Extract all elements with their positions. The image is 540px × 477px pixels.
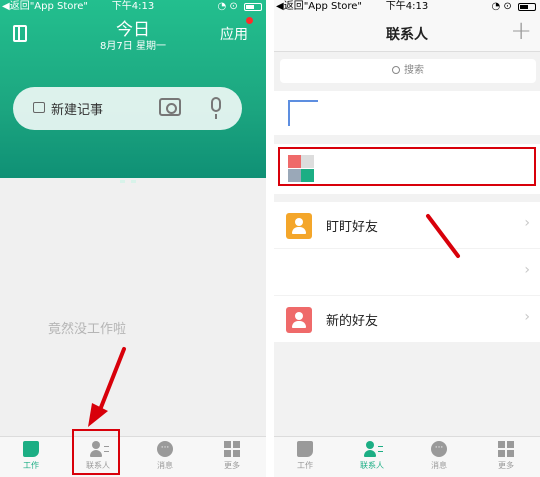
today-header: ◀返回"App Store" 下午4:13 ◔ ⊙ 今日 8月7日 星期一 应用… (0, 0, 266, 183)
tab-messages[interactable]: 消息 (140, 441, 190, 471)
tab-label: 联系人 (360, 461, 384, 470)
left-screen: ◀返回"App Store" 下午4:13 ◔ ⊙ 今日 8月7日 星期一 应用… (0, 0, 266, 477)
tab-label: 工作 (297, 461, 313, 470)
list-item[interactable]: › (274, 249, 540, 295)
list-item-dingding-friends[interactable]: 盯盯好友 › (274, 202, 540, 248)
contacts-icon (364, 441, 383, 457)
page-title: 联系人 (386, 27, 428, 43)
annotation-arrow (426, 214, 460, 258)
note-icon (33, 102, 45, 113)
battery-icon (244, 3, 262, 11)
alarm-icon: ⊙ (229, 1, 238, 12)
tab-work[interactable]: 工作 (280, 441, 330, 471)
chevron-right-icon: › (524, 215, 530, 231)
message-icon (157, 441, 173, 457)
new-note-placeholder: 新建记事 (51, 103, 104, 118)
chevron-right-icon: › (524, 262, 530, 278)
right-screen: ◀返回"App Store" 下午4:13 ◔ ⊙ 联系人 + 搜索 盯盯好友 … (274, 0, 540, 477)
page-indicator (120, 168, 144, 183)
search-placeholder: 搜索 (404, 65, 424, 76)
contacts-header: ◀返回"App Store" 下午4:13 ◔ ⊙ 联系人 + (274, 0, 540, 52)
alarm-icon: ⊙ (503, 1, 512, 12)
status-indicators: ◔ ⊙ (217, 0, 262, 15)
tab-label: 更多 (224, 461, 240, 470)
profile-partial-mark (288, 100, 318, 126)
work-icon (23, 441, 39, 457)
annotation-arrow (88, 347, 126, 427)
tab-bar: 工作 联系人 消息 更多 (0, 436, 266, 477)
apps-button[interactable]: 应用 (220, 24, 248, 44)
message-icon (431, 441, 447, 457)
tab-work[interactable]: 工作 (6, 441, 56, 471)
highlight-box-organization (278, 147, 536, 186)
tab-more[interactable]: 更多 (481, 441, 531, 471)
tab-label: 消息 (431, 461, 447, 470)
search-icon (392, 66, 400, 74)
highlight-box-contacts-tab (72, 429, 120, 475)
status-bar: ◀返回"App Store" 下午4:13 ◔ ⊙ (0, 0, 266, 14)
search-input[interactable]: 搜索 (280, 59, 536, 83)
list-item-label: 新的好友 (326, 314, 379, 329)
status-indicators: ◔ ⊙ (491, 0, 536, 15)
work-icon (297, 441, 313, 457)
plus-icon[interactable]: + (510, 18, 532, 44)
tab-contacts[interactable]: 联系人 (347, 441, 397, 471)
orientation-lock-icon: ◔ (217, 1, 227, 12)
list-item-new-friends[interactable]: 新的好友 › (274, 296, 540, 342)
status-bar: ◀返回"App Store" 下午4:13 ◔ ⊙ (274, 0, 540, 14)
more-icon (498, 441, 514, 457)
empty-state-text: 竟然没工作啦 (48, 322, 127, 337)
list-item-label: 盯盯好友 (326, 220, 379, 235)
tab-label: 更多 (498, 461, 514, 470)
tab-more[interactable]: 更多 (207, 441, 257, 471)
tab-bar: 工作 联系人 消息 更多 (274, 436, 540, 477)
camera-icon[interactable] (159, 98, 181, 116)
microphone-icon[interactable] (211, 97, 221, 119)
tab-label: 消息 (157, 461, 173, 470)
tab-messages[interactable]: 消息 (414, 441, 464, 471)
notification-badge (246, 17, 253, 24)
new-friend-avatar-icon (286, 307, 312, 333)
tab-label: 工作 (23, 461, 39, 470)
chevron-right-icon: › (524, 309, 530, 325)
orientation-lock-icon: ◔ (491, 1, 501, 12)
new-note-input[interactable]: 新建记事 (13, 87, 242, 130)
battery-icon (518, 3, 536, 11)
more-icon (224, 441, 240, 457)
friends-avatar-icon (286, 213, 312, 239)
